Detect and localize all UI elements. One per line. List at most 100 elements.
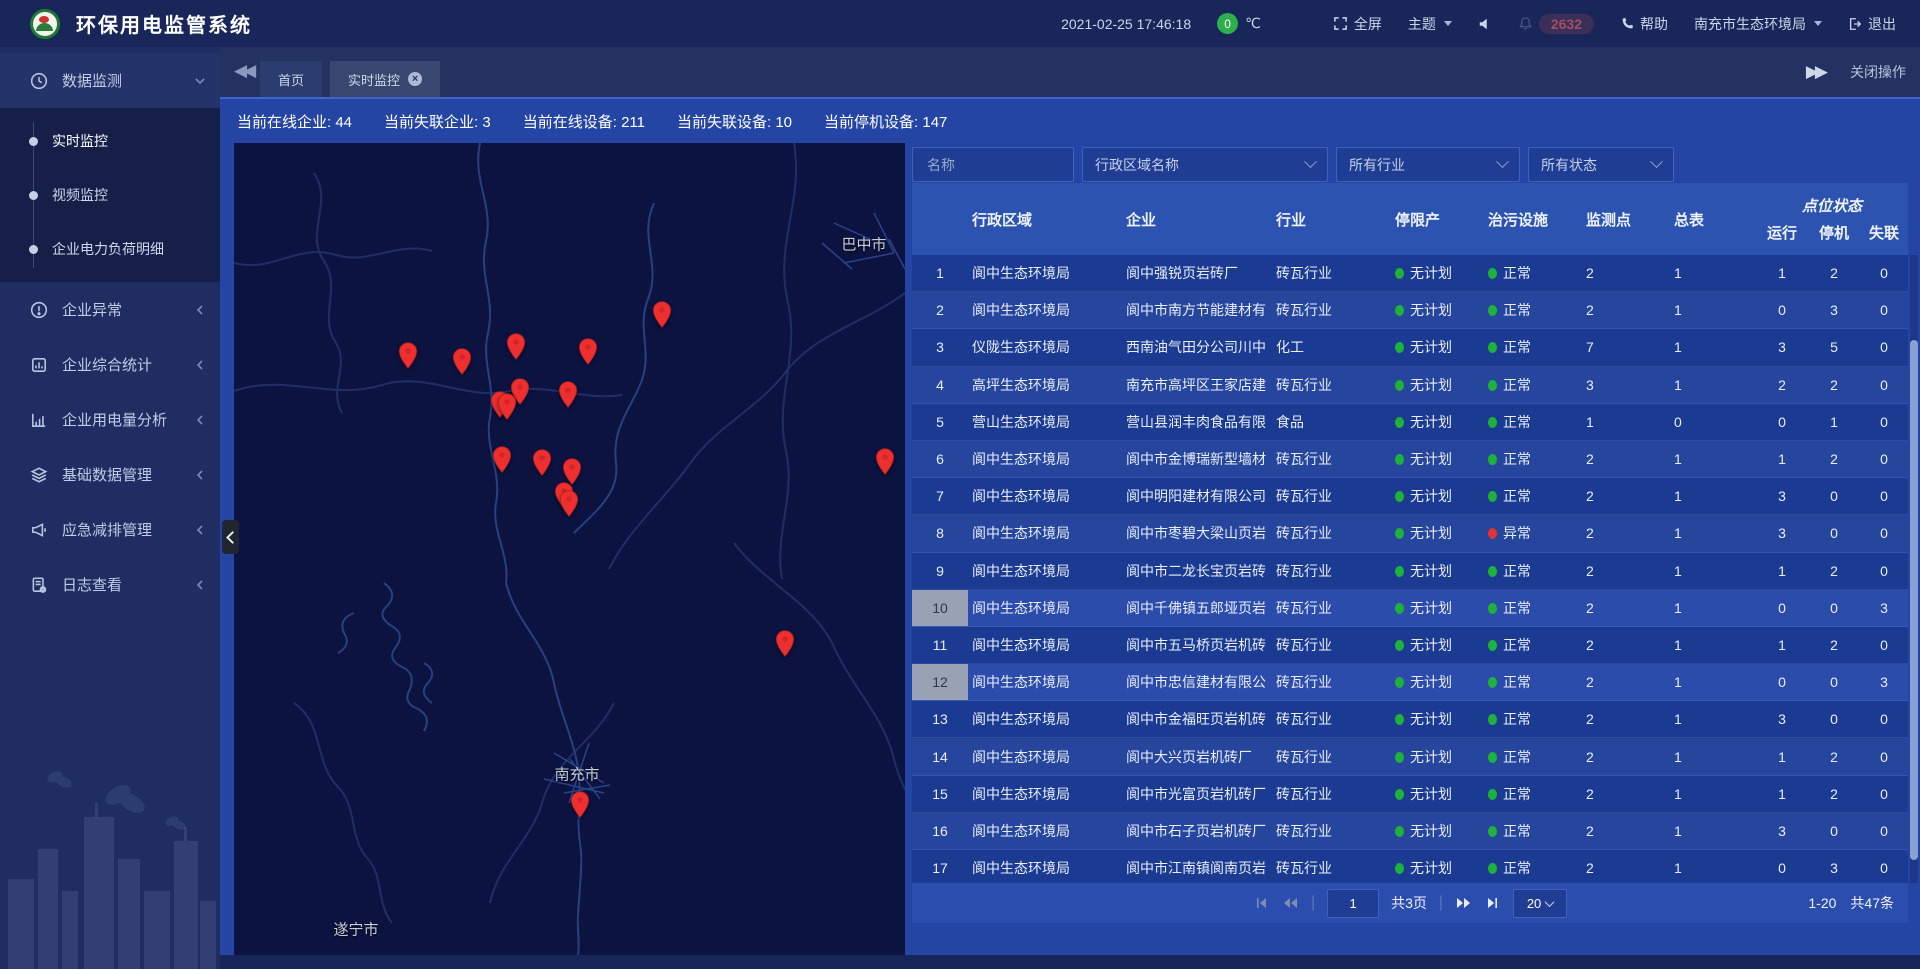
sidebar-item[interactable]: 数据监测 bbox=[0, 53, 220, 108]
sidebar-collapse-handle[interactable] bbox=[222, 520, 239, 554]
map-marker-pin[interactable] bbox=[875, 448, 895, 475]
cell-company: 阆中市光富页岩机砖厂 bbox=[1120, 784, 1272, 804]
map-marker-pin[interactable] bbox=[775, 630, 795, 657]
map-marker-pin[interactable] bbox=[570, 791, 590, 818]
table-row[interactable]: 8阆中生态环境局阆中市枣碧大梁山页岩砖瓦行业无计划异常21300 bbox=[912, 515, 1908, 552]
map-marker-pin[interactable] bbox=[398, 342, 418, 369]
sidebar-subitem[interactable]: 实时监控 bbox=[0, 114, 220, 168]
table-row[interactable]: 9阆中生态环境局阆中市二龙长宝页岩砖砖瓦行业无计划正常21120 bbox=[912, 553, 1908, 590]
map-marker-pin[interactable] bbox=[562, 458, 582, 485]
sidebar-item[interactable]: 企业异常 bbox=[0, 282, 220, 337]
table-row[interactable]: 2阆中生态环境局阆中市南方节能建材有砖瓦行业无计划正常21030 bbox=[912, 292, 1908, 329]
status-select[interactable]: 所有状态 bbox=[1528, 147, 1674, 182]
cell-industry: 砖瓦行业 bbox=[1272, 486, 1390, 506]
tabs-scroll-left-icon[interactable]: ◀◀ bbox=[234, 61, 252, 81]
table-row[interactable]: 17阆中生态环境局阆中市江南镇阆南页岩砖瓦行业无计划正常21030 bbox=[912, 850, 1908, 883]
fullscreen-button[interactable]: 全屏 bbox=[1333, 14, 1382, 34]
tabs-scroll-right-icon[interactable]: ▶▶ bbox=[1806, 62, 1824, 82]
row-number: 4 bbox=[912, 377, 968, 393]
page-size-select[interactable]: 20 bbox=[1513, 889, 1567, 918]
close-operations-button[interactable]: 关闭操作 bbox=[1850, 62, 1906, 82]
tab-realtime-monitor[interactable]: 实时监控 × bbox=[330, 61, 440, 97]
sidebar-item[interactable]: 企业综合统计 bbox=[0, 337, 220, 392]
status-dot-green-icon bbox=[1488, 826, 1497, 837]
user-menu[interactable]: 南充市生态环境局 bbox=[1694, 14, 1822, 34]
next-page-icon[interactable] bbox=[1455, 895, 1473, 911]
table-row[interactable]: 7阆中生态环境局阆中明阳建材有限公司砖瓦行业无计划正常21300 bbox=[912, 478, 1908, 515]
table-row[interactable]: 6阆中生态环境局阆中市金博瑞新型墙材砖瓦行业无计划正常21120 bbox=[912, 441, 1908, 478]
col-lost: 失联 bbox=[1860, 222, 1908, 243]
cell-industry: 砖瓦行业 bbox=[1272, 561, 1390, 581]
prev-page-icon[interactable] bbox=[1281, 895, 1299, 911]
cell-stopped: 2 bbox=[1808, 563, 1860, 579]
table-row[interactable]: 14阆中生态环境局阆中大兴页岩机砖厂砖瓦行业无计划正常21120 bbox=[912, 738, 1908, 775]
map-panel[interactable]: 巴中市南充市遂宁市 bbox=[234, 143, 905, 955]
map-marker-pin[interactable] bbox=[559, 490, 579, 517]
theme-button[interactable]: 主题 bbox=[1408, 14, 1452, 34]
sidebar-item[interactable]: 日志查看 bbox=[0, 557, 220, 612]
table-scrollbar[interactable] bbox=[1910, 255, 1918, 883]
logout-button[interactable]: 退出 bbox=[1848, 14, 1896, 34]
col-region: 行政区域 bbox=[968, 209, 1120, 230]
last-page-icon[interactable] bbox=[1485, 895, 1501, 911]
cell-meters: 1 bbox=[1664, 823, 1756, 839]
table-row[interactable]: 3仪陇生态环境局西南油气田分公司川中化工无计划正常71350 bbox=[912, 329, 1908, 366]
cell-stopped: 0 bbox=[1808, 525, 1860, 541]
sidebar-item[interactable]: 应急减排管理 bbox=[0, 502, 220, 557]
map-city-label: 遂宁市 bbox=[333, 919, 378, 940]
map-marker-pin[interactable] bbox=[532, 449, 552, 476]
row-number: 11 bbox=[912, 637, 968, 653]
logout-icon bbox=[1848, 17, 1862, 31]
help-button[interactable]: 帮助 bbox=[1620, 14, 1668, 34]
name-search-field[interactable] bbox=[912, 147, 1074, 182]
sidebar-item[interactable]: 基础数据管理 bbox=[0, 447, 220, 502]
table-row[interactable]: 11阆中生态环境局阆中市五马桥页岩机砖砖瓦行业无计划正常21120 bbox=[912, 627, 1908, 664]
cell-facility-status: 正常 bbox=[1482, 300, 1572, 320]
table-row[interactable]: 10阆中生态环境局阆中千佛镇五郎垭页岩砖瓦行业无计划正常21003 bbox=[912, 590, 1908, 627]
table-row[interactable]: 1阆中生态环境局阆中强锐页岩砖厂砖瓦行业无计划正常21120 bbox=[912, 255, 1908, 292]
sidebar-subitem-label: 实时监控 bbox=[52, 131, 108, 151]
map-marker-pin[interactable] bbox=[506, 333, 526, 360]
sidebar-item[interactable]: 企业用电量分析 bbox=[0, 392, 220, 447]
cell-industry: 砖瓦行业 bbox=[1272, 858, 1390, 878]
close-icon[interactable]: × bbox=[408, 72, 422, 86]
cell-meters: 1 bbox=[1664, 711, 1756, 727]
map-marker-pin[interactable] bbox=[497, 393, 517, 420]
notifications-button[interactable]: 2632 bbox=[1518, 14, 1594, 34]
table-row[interactable]: 16阆中生态环境局阆中市石子页岩机砖厂砖瓦行业无计划正常21300 bbox=[912, 813, 1908, 850]
table-row[interactable]: 5营山生态环境局营山县润丰肉食品有限食品无计划正常10010 bbox=[912, 404, 1908, 441]
table-row[interactable]: 13阆中生态环境局阆中市金福旺页岩机砖砖瓦行业无计划正常21300 bbox=[912, 701, 1908, 738]
status-dot-green-icon bbox=[1488, 640, 1497, 651]
industry-select[interactable]: 所有行业 bbox=[1336, 147, 1520, 182]
chevron-down-icon bbox=[1304, 155, 1317, 168]
map-marker-pin[interactable] bbox=[452, 348, 472, 375]
cell-facility-status: 正常 bbox=[1482, 337, 1572, 357]
tab-home[interactable]: 首页 bbox=[260, 61, 322, 97]
row-number: 6 bbox=[912, 451, 968, 467]
map-marker-pin[interactable] bbox=[652, 301, 672, 328]
cell-stopped: 0 bbox=[1808, 600, 1860, 616]
page-number-input[interactable] bbox=[1327, 889, 1379, 918]
region-select[interactable]: 行政区域名称 bbox=[1082, 147, 1328, 182]
map-marker-pin[interactable] bbox=[578, 338, 598, 365]
cell-points: 2 bbox=[1572, 860, 1664, 876]
table-row[interactable]: 15阆中生态环境局阆中市光富页岩机砖厂砖瓦行业无计划正常21120 bbox=[912, 776, 1908, 813]
first-page-icon[interactable] bbox=[1253, 895, 1269, 911]
fullscreen-icon bbox=[1333, 16, 1348, 31]
table-row[interactable]: 4高坪生态环境局南充市高坪区王家店建砖瓦行业无计划正常31220 bbox=[912, 367, 1908, 404]
sidebar-subitem[interactable]: 企业电力负荷明细 bbox=[0, 222, 220, 276]
name-search-input[interactable] bbox=[925, 156, 1061, 174]
cell-meters: 1 bbox=[1664, 563, 1756, 579]
table-row[interactable]: 12阆中生态环境局阆中市忠信建材有限公砖瓦行业无计划正常21003 bbox=[912, 664, 1908, 701]
status-dot-green-icon bbox=[1488, 491, 1497, 502]
sidebar-subitem-label: 视频监控 bbox=[52, 185, 108, 205]
chevron-left-icon bbox=[194, 579, 206, 591]
speaker-icon[interactable] bbox=[1478, 17, 1492, 31]
cell-lost: 0 bbox=[1860, 860, 1908, 876]
col-stopped: 停机 bbox=[1808, 222, 1860, 243]
sidebar-subitem[interactable]: 视频监控 bbox=[0, 168, 220, 222]
map-marker-pin[interactable] bbox=[492, 446, 512, 473]
scrollbar-thumb[interactable] bbox=[1910, 340, 1918, 860]
map-marker-pin[interactable] bbox=[558, 381, 578, 408]
col-company: 企业 bbox=[1120, 209, 1272, 230]
